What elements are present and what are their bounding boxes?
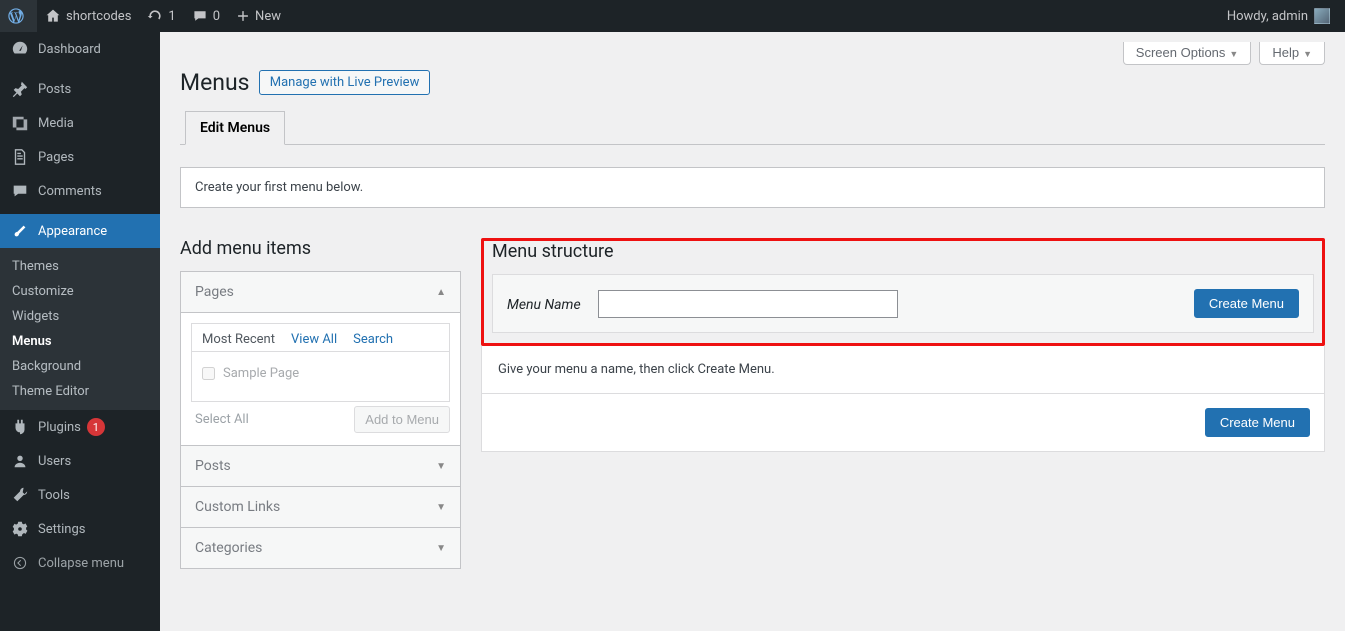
sidebar-label: Users bbox=[38, 454, 71, 469]
chevron-down-icon: ▼ bbox=[436, 502, 446, 513]
accordion-custom-label: Custom Links bbox=[195, 499, 280, 515]
home-icon bbox=[45, 8, 61, 24]
sample-page-item[interactable]: Sample Page bbox=[192, 356, 449, 397]
subitem-background[interactable]: Background bbox=[0, 354, 160, 379]
sidebar-item-posts[interactable]: Posts bbox=[0, 72, 160, 106]
my-account[interactable]: Howdy, admin bbox=[1219, 0, 1338, 32]
pages-tab-search[interactable]: Search bbox=[351, 328, 395, 351]
menu-name-label: Menu Name bbox=[507, 297, 581, 313]
pin-icon bbox=[10, 80, 30, 98]
sidebar-item-media[interactable]: Media bbox=[0, 106, 160, 140]
plugin-icon bbox=[10, 418, 30, 436]
site-name-link[interactable]: shortcodes bbox=[37, 0, 139, 32]
comment-icon bbox=[192, 8, 208, 24]
accordion-categories-label: Categories bbox=[195, 540, 262, 556]
wordpress-icon bbox=[8, 8, 24, 24]
chevron-down-icon: ▼ bbox=[1229, 49, 1238, 59]
sample-page-checkbox[interactable] bbox=[202, 367, 215, 380]
first-menu-notice: Create your first menu below. bbox=[180, 167, 1325, 208]
sidebar-item-comments[interactable]: Comments bbox=[0, 174, 160, 208]
collapse-menu[interactable]: Collapse menu bbox=[0, 546, 160, 580]
plugins-update-badge: 1 bbox=[87, 418, 105, 436]
accordion-posts-head[interactable]: Posts ▼ bbox=[181, 446, 460, 487]
accordion-posts-label: Posts bbox=[195, 458, 231, 474]
help-label: Help bbox=[1272, 45, 1299, 60]
sidebar-label: Pages bbox=[38, 150, 74, 165]
sidebar-label: Appearance bbox=[38, 224, 107, 239]
chevron-down-icon: ▼ bbox=[1303, 49, 1312, 59]
collapse-label: Collapse menu bbox=[38, 556, 124, 571]
sidebar-label: Settings bbox=[38, 522, 85, 537]
updates-link[interactable]: 1 bbox=[139, 0, 183, 32]
sidebar-item-dashboard[interactable]: Dashboard bbox=[0, 32, 160, 66]
accordion-pages-head[interactable]: Pages ▲ bbox=[181, 272, 460, 313]
appearance-submenu: Themes Customize Widgets Menus Backgroun… bbox=[0, 248, 160, 410]
screen-options-toggle[interactable]: Screen Options▼ bbox=[1123, 42, 1252, 65]
menu-structure-heading: Menu structure bbox=[492, 241, 1314, 262]
sidebar-item-tools[interactable]: Tools bbox=[0, 478, 160, 512]
pages-tab-viewall[interactable]: View All bbox=[289, 328, 339, 351]
sidebar-label: Posts bbox=[38, 82, 71, 97]
sidebar-label: Dashboard bbox=[38, 42, 101, 57]
updates-count: 1 bbox=[168, 9, 175, 24]
sidebar-label: Plugins bbox=[38, 420, 81, 435]
subitem-menus[interactable]: Menus bbox=[0, 329, 160, 354]
menu-structure-highlight: Menu structure Menu Name Create Menu bbox=[481, 238, 1325, 346]
media-icon bbox=[10, 114, 30, 132]
new-label: New bbox=[255, 9, 281, 24]
sample-page-label: Sample Page bbox=[223, 366, 299, 381]
create-menu-button-bottom[interactable]: Create Menu bbox=[1205, 408, 1310, 437]
accordion-pages-label: Pages bbox=[195, 284, 234, 300]
accordion-pages-body: Most Recent View All Search Sample Page … bbox=[181, 313, 460, 446]
tab-edit-menus[interactable]: Edit Menus bbox=[185, 111, 285, 145]
comments-icon bbox=[10, 182, 30, 200]
sidebar-label: Tools bbox=[38, 488, 70, 503]
add-to-menu-button[interactable]: Add to Menu bbox=[354, 406, 450, 433]
subitem-customize[interactable]: Customize bbox=[0, 279, 160, 304]
subitem-theme-editor[interactable]: Theme Editor bbox=[0, 379, 160, 404]
chevron-down-icon: ▼ bbox=[436, 461, 446, 472]
accordion-categories-head[interactable]: Categories ▼ bbox=[181, 528, 460, 568]
sidebar-item-appearance[interactable]: Appearance bbox=[0, 214, 160, 248]
chevron-up-icon: ▲ bbox=[436, 287, 446, 298]
comments-count: 0 bbox=[213, 9, 220, 24]
create-menu-button-top[interactable]: Create Menu bbox=[1194, 289, 1299, 318]
page-title: Menus bbox=[180, 69, 250, 96]
chevron-down-icon: ▼ bbox=[436, 543, 446, 554]
update-icon bbox=[147, 8, 163, 24]
menu-footer-box: Create Menu bbox=[481, 394, 1325, 452]
manage-live-preview-link[interactable]: Manage with Live Preview bbox=[259, 70, 431, 95]
pages-tab-recent[interactable]: Most Recent bbox=[200, 328, 277, 351]
settings-icon bbox=[10, 520, 30, 538]
dashboard-icon bbox=[10, 40, 30, 58]
sidebar-item-users[interactable]: Users bbox=[0, 444, 160, 478]
collapse-icon bbox=[10, 556, 30, 570]
accordion-custom-head[interactable]: Custom Links ▼ bbox=[181, 487, 460, 528]
howdy-text: Howdy, admin bbox=[1227, 9, 1308, 24]
menu-instruction: Give your menu a name, then click Create… bbox=[481, 346, 1325, 394]
page-icon bbox=[10, 148, 30, 166]
comments-link[interactable]: 0 bbox=[184, 0, 228, 32]
add-items-heading: Add menu items bbox=[180, 238, 461, 259]
user-icon bbox=[10, 452, 30, 470]
sidebar-item-settings[interactable]: Settings bbox=[0, 512, 160, 546]
wp-logo[interactable] bbox=[0, 0, 37, 32]
subitem-themes[interactable]: Themes bbox=[0, 254, 160, 279]
menu-header-box: Menu Name Create Menu bbox=[492, 274, 1314, 333]
help-toggle[interactable]: Help ▼ bbox=[1259, 42, 1325, 65]
tool-icon bbox=[10, 486, 30, 504]
new-content-link[interactable]: New bbox=[228, 0, 289, 32]
brush-icon bbox=[10, 222, 30, 240]
avatar bbox=[1314, 8, 1330, 24]
sidebar-label: Media bbox=[38, 116, 74, 131]
select-all-link[interactable]: Select All bbox=[195, 412, 249, 427]
site-name-text: shortcodes bbox=[66, 9, 131, 24]
screen-options-label: Screen Options bbox=[1136, 45, 1226, 60]
sidebar-item-plugins[interactable]: Plugins 1 bbox=[0, 410, 160, 444]
subitem-widgets[interactable]: Widgets bbox=[0, 304, 160, 329]
menu-name-input[interactable] bbox=[598, 290, 898, 318]
sidebar-item-pages[interactable]: Pages bbox=[0, 140, 160, 174]
sidebar-label: Comments bbox=[38, 184, 102, 199]
plus-icon bbox=[236, 9, 250, 23]
